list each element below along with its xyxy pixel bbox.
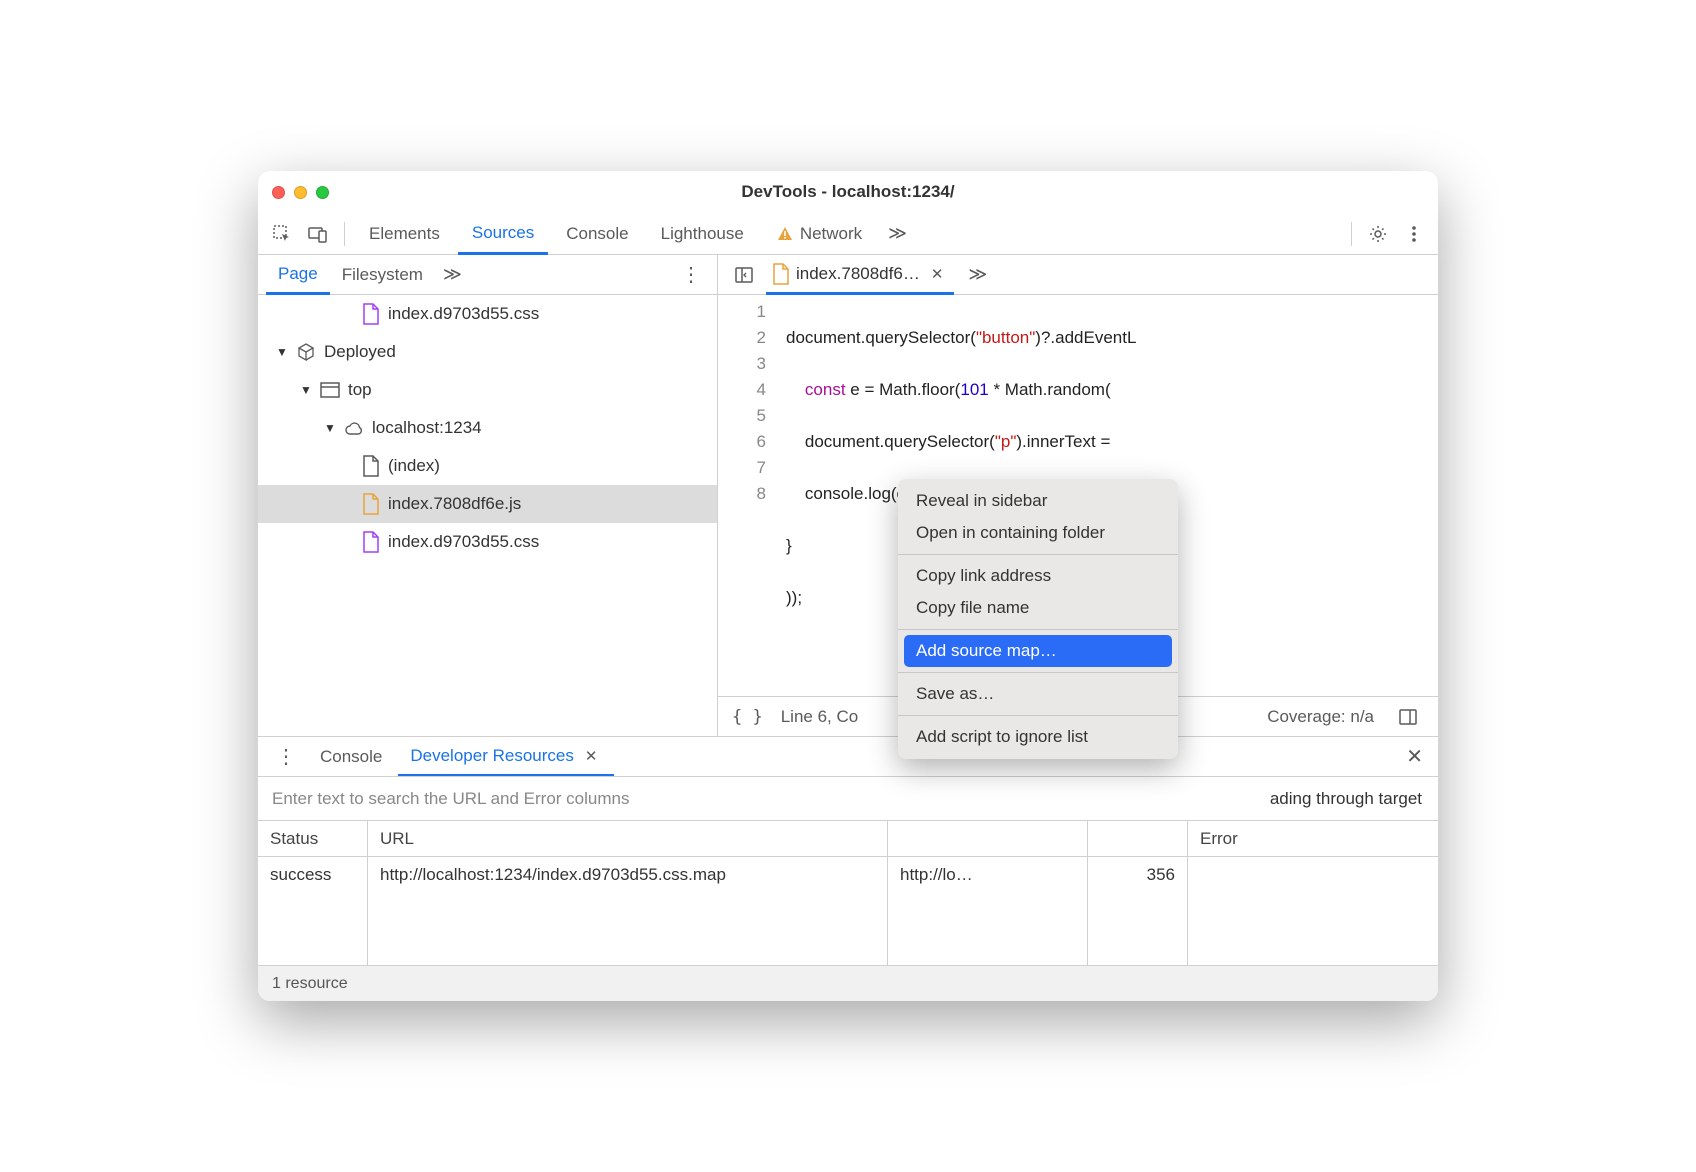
js-file-icon <box>362 493 380 515</box>
subtabs-overflow-icon[interactable]: ≫ <box>435 264 470 285</box>
tabs-overflow-icon[interactable]: ≫ <box>880 223 915 244</box>
menu-reveal-sidebar[interactable]: Reveal in sidebar <box>898 485 1178 517</box>
editor-tabs: index.7808df6… ✕ ≫ <box>718 255 1438 294</box>
resources-table: Status URL Error success http://localhos… <box>258 820 1438 965</box>
menu-separator <box>898 554 1178 555</box>
footer: 1 resource <box>258 965 1438 1001</box>
table-row-empty <box>258 893 1438 929</box>
td-initiator: http://lo… <box>888 857 1088 893</box>
tree-top[interactable]: ▼ top <box>258 371 717 409</box>
td-status: success <box>258 857 368 893</box>
cube-icon <box>296 342 316 362</box>
tree-host[interactable]: ▼ localhost:1234 <box>258 409 717 447</box>
traffic-lights <box>272 186 329 199</box>
toggle-debugger-icon[interactable] <box>1392 701 1424 733</box>
devtools-window: DevTools - localhost:1234/ Elements Sour… <box>258 171 1438 1001</box>
titlebar: DevTools - localhost:1234/ <box>258 171 1438 213</box>
table-header: Status URL Error <box>258 821 1438 857</box>
drawer-kebab-icon[interactable]: ⋮ <box>268 744 304 769</box>
tree-deployed[interactable]: ▼ Deployed <box>258 333 717 371</box>
tab-elements[interactable]: Elements <box>355 213 454 255</box>
chevron-down-icon: ▼ <box>276 345 288 359</box>
divider <box>1351 222 1352 246</box>
chevron-down-icon: ▼ <box>300 383 312 397</box>
navigator-tabs: Page Filesystem ≫ ⋮ <box>258 255 718 294</box>
sub-tabs: Page Filesystem ≫ ⋮ index.7808df6… ✕ ≫ <box>258 255 1438 295</box>
window-title: DevTools - localhost:1234/ <box>258 182 1438 202</box>
menu-add-source-map[interactable]: Add source map… <box>904 635 1172 667</box>
tab-sources[interactable]: Sources <box>458 213 548 255</box>
table-row-empty <box>258 929 1438 965</box>
navigator-kebab-icon[interactable]: ⋮ <box>673 262 709 287</box>
th-error[interactable]: Error <box>1188 821 1438 856</box>
close-drawer-icon[interactable]: ✕ <box>1401 744 1428 769</box>
td-size: 356 <box>1088 857 1188 893</box>
kebab-menu-icon[interactable] <box>1398 218 1430 250</box>
file-tree: index.d9703d55.css ▼ Deployed ▼ top ▼ lo… <box>258 295 718 736</box>
menu-ignore-list[interactable]: Add script to ignore list <box>898 721 1178 753</box>
tree-file-js[interactable]: index.7808df6e.js <box>258 485 717 523</box>
toggle-navigator-icon[interactable] <box>728 259 760 291</box>
warning-icon <box>776 225 794 243</box>
drawer-tab-devresources[interactable]: Developer Resources ✕ <box>398 737 614 777</box>
td-url: http://localhost:1234/index.d9703d55.css… <box>368 857 888 893</box>
inspect-icon[interactable] <box>266 218 298 250</box>
main-tabs: Elements Sources Console Lighthouse Netw… <box>258 213 1438 255</box>
search-row: ading through target <box>258 776 1438 820</box>
close-drawer-tab-icon[interactable]: ✕ <box>580 747 603 765</box>
menu-separator <box>898 672 1178 673</box>
file-icon <box>362 455 380 477</box>
editor-tabs-overflow-icon[interactable]: ≫ <box>960 264 995 285</box>
device-toolbar-icon[interactable] <box>302 218 334 250</box>
cursor-position: Line 6, Co <box>781 707 859 727</box>
css-file-icon <box>362 303 380 325</box>
maximize-window-button[interactable] <box>316 186 329 199</box>
tab-console[interactable]: Console <box>552 213 642 255</box>
menu-copy-name[interactable]: Copy file name <box>898 592 1178 624</box>
drawer-tab-console[interactable]: Console <box>308 737 394 777</box>
subtab-filesystem[interactable]: Filesystem <box>330 255 435 295</box>
frame-icon <box>320 382 340 398</box>
tree-file-css2[interactable]: index.d9703d55.css <box>258 523 717 561</box>
subtab-page[interactable]: Page <box>266 255 330 295</box>
menu-copy-link[interactable]: Copy link address <box>898 560 1178 592</box>
context-menu: Reveal in sidebar Open in containing fol… <box>898 479 1178 759</box>
minimize-window-button[interactable] <box>294 186 307 199</box>
search-input[interactable] <box>258 777 1254 820</box>
menu-separator <box>898 629 1178 630</box>
settings-icon[interactable] <box>1362 218 1394 250</box>
tree-file-index[interactable]: (index) <box>258 447 717 485</box>
table-row[interactable]: success http://localhost:1234/index.d970… <box>258 857 1438 893</box>
menu-open-folder[interactable]: Open in containing folder <box>898 517 1178 549</box>
th-url[interactable]: URL <box>368 821 888 856</box>
pretty-print-icon[interactable]: { } <box>732 707 763 727</box>
th-status[interactable]: Status <box>258 821 368 856</box>
close-window-button[interactable] <box>272 186 285 199</box>
menu-save-as[interactable]: Save as… <box>898 678 1178 710</box>
cloud-icon <box>344 419 364 437</box>
js-file-icon <box>772 263 790 285</box>
file-tab-label: index.7808df6… <box>796 264 920 284</box>
css-file-icon <box>362 531 380 553</box>
close-tab-icon[interactable]: ✕ <box>926 265 949 283</box>
file-tab[interactable]: index.7808df6… ✕ <box>766 255 954 295</box>
tab-lighthouse[interactable]: Lighthouse <box>647 213 758 255</box>
chevron-down-icon: ▼ <box>324 421 336 435</box>
coverage-label: Coverage: n/a <box>1267 707 1374 727</box>
loading-label: ading through target <box>1254 789 1438 809</box>
divider <box>344 222 345 246</box>
tab-network[interactable]: Network <box>762 213 876 255</box>
th-initiator[interactable] <box>888 821 1088 856</box>
th-size[interactable] <box>1088 821 1188 856</box>
drawer-tabs: ⋮ Console Developer Resources ✕ ✕ <box>258 736 1438 776</box>
tree-file-css[interactable]: index.d9703d55.css <box>258 295 717 333</box>
menu-separator <box>898 715 1178 716</box>
content: index.d9703d55.css ▼ Deployed ▼ top ▼ lo… <box>258 295 1438 736</box>
line-gutter: 12345678 <box>718 295 778 696</box>
td-error <box>1188 857 1438 893</box>
